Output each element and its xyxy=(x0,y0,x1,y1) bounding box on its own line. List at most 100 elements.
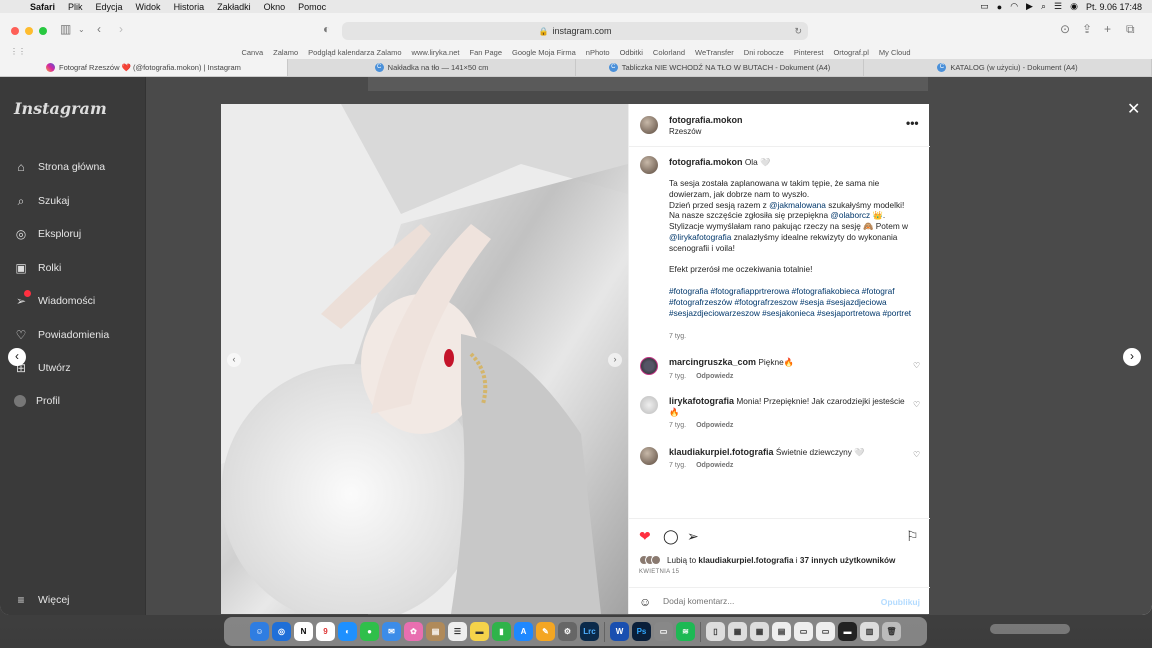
sidebar-item-profile[interactable]: Profil xyxy=(14,395,60,407)
bookmark-icon[interactable]: ⚐ xyxy=(906,528,919,545)
post-photo[interactable]: ‹ › xyxy=(221,104,628,614)
preview-icon[interactable]: ▭ xyxy=(654,622,673,641)
fav-zalamo[interactable]: Zalamo xyxy=(273,48,298,57)
address-bar[interactable]: 🔒 instagram.com ↻ xyxy=(342,22,808,40)
mail-icon[interactable]: ✉ xyxy=(382,622,401,641)
close-window-button[interactable] xyxy=(11,27,19,35)
mention-link[interactable]: @jakmalowana xyxy=(769,200,826,210)
menu-plik[interactable]: Plik xyxy=(68,2,83,12)
comment-input[interactable] xyxy=(663,596,863,606)
fav-liryka[interactable]: www.liryka.net xyxy=(412,48,460,57)
fav-dni-robocze[interactable]: Dni robocze xyxy=(744,48,784,57)
menu-pomoc[interactable]: Pomoc xyxy=(298,2,326,12)
instagram-logo[interactable]: Instagram xyxy=(14,99,107,118)
document-icon[interactable]: ▭ xyxy=(816,622,835,641)
word-icon[interactable]: W xyxy=(610,622,629,641)
likes-user[interactable]: klaudiakurpiel.fotografia xyxy=(698,556,793,565)
document-icon[interactable]: ▦ xyxy=(750,622,769,641)
fav-zalamo-calendar[interactable]: Podgląd kalendarza Zalamo xyxy=(308,48,401,57)
like-comment-icon[interactable]: ♡ xyxy=(913,361,920,370)
clock[interactable]: Pt. 9.06 17:48 xyxy=(1086,2,1142,12)
likes-summary[interactable]: Lubią to klaudiakurpiel.fotografia i 37 … xyxy=(639,555,895,565)
lightroom-icon[interactable]: Lrc xyxy=(580,622,599,641)
pages-icon[interactable]: ✎ xyxy=(536,622,555,641)
downloads-icon[interactable]: ⊙ xyxy=(1060,22,1070,36)
more-options-icon[interactable]: ••• xyxy=(906,116,919,130)
volume-slider[interactable] xyxy=(990,624,1070,634)
previous-post-button[interactable]: ‹ xyxy=(8,348,26,366)
siri-icon[interactable]: ◉ xyxy=(1070,1,1078,12)
post-comment-button[interactable]: Opublikuj xyxy=(881,597,920,607)
sidebar-item-notifications[interactable]: ♡ Powiadomienia xyxy=(14,328,110,342)
emoji-icon[interactable]: ☺ xyxy=(639,595,651,609)
sidebar-item-explore[interactable]: ◎ Eksploruj xyxy=(14,227,81,241)
avatar[interactable] xyxy=(640,357,658,375)
reply-button[interactable]: Odpowiedz xyxy=(696,462,733,469)
notes-icon[interactable]: ▬ xyxy=(470,622,489,641)
creative-cloud-icon[interactable]: ● xyxy=(997,2,1002,12)
safari-icon[interactable]: ◐ xyxy=(338,622,357,641)
comment-author[interactable]: klaudiakurpiel.fotografia xyxy=(669,447,774,457)
comment-author[interactable]: marcingruszka_com xyxy=(669,357,756,367)
fullscreen-window-button[interactable] xyxy=(39,27,47,35)
menu-okno[interactable]: Okno xyxy=(264,2,286,12)
search-icon[interactable]: ⌕ xyxy=(1041,1,1046,12)
play-icon[interactable]: ▶ xyxy=(1026,1,1033,12)
fav-fanpage[interactable]: Fan Page xyxy=(469,48,502,57)
like-comment-icon[interactable]: ♡ xyxy=(913,450,920,459)
sidebar-item-reels[interactable]: ▣ Rolki xyxy=(14,261,61,275)
control-center-icon[interactable]: ☰ xyxy=(1054,1,1062,12)
avatar[interactable] xyxy=(640,156,658,174)
hd-icon[interactable]: ▭ xyxy=(980,1,989,12)
reminders-icon[interactable]: ☰ xyxy=(448,622,467,641)
fav-colorland[interactable]: Colorland xyxy=(653,48,685,57)
tab-instagram[interactable]: Fotograf Rzeszów ❤️ (@fotografia.mokon) … xyxy=(0,59,288,76)
share-icon[interactable]: ➢ xyxy=(687,528,699,545)
sidebar-toggle-icon[interactable]: ▥ xyxy=(60,22,71,36)
menu-edycja[interactable]: Edycja xyxy=(96,2,123,12)
tab-overview-icon[interactable]: ⧉ xyxy=(1126,22,1135,37)
like-comment-icon[interactable]: ♡ xyxy=(913,400,920,409)
notes-app-icon[interactable]: ▤ xyxy=(426,622,445,641)
liked-heart-icon[interactable]: ❤ xyxy=(639,528,651,545)
next-post-button[interactable]: › xyxy=(1123,348,1141,366)
post-author[interactable]: fotografia.mokon xyxy=(669,115,743,125)
forward-icon[interactable]: › xyxy=(119,22,123,36)
app-store-icon[interactable]: A xyxy=(514,622,533,641)
document-icon[interactable]: ▥ xyxy=(860,622,879,641)
apps-grid-icon[interactable]: ⋮⋮ xyxy=(10,47,26,56)
spotify-icon[interactable]: ≋ xyxy=(676,622,695,641)
post-location[interactable]: Rzeszów xyxy=(669,127,701,136)
menu-app-name[interactable]: Safari xyxy=(30,2,55,12)
mention-link[interactable]: @olaborcz xyxy=(830,210,870,220)
fav-google-business[interactable]: Google Moja Firma xyxy=(512,48,576,57)
privacy-shield-icon[interactable]: ◐ xyxy=(323,22,330,36)
new-tab-icon[interactable]: + xyxy=(1104,22,1111,36)
sidebar-item-home[interactable]: ⌂ Strona główna xyxy=(14,160,105,174)
fav-mycloud[interactable]: My Cloud xyxy=(879,48,911,57)
reply-button[interactable]: Odpowiedz xyxy=(696,422,733,429)
messages-icon[interactable]: ● xyxy=(360,622,379,641)
reply-button[interactable]: Odpowiedz xyxy=(696,373,733,380)
menu-widok[interactable]: Widok xyxy=(136,2,161,12)
menu-historia[interactable]: Historia xyxy=(174,2,205,12)
menu-zakladki[interactable]: Zakładki xyxy=(217,2,251,12)
document-icon[interactable]: ▤ xyxy=(772,622,791,641)
wifi-icon[interactable]: ◠ xyxy=(1010,1,1018,12)
back-icon[interactable]: ‹ xyxy=(97,22,101,36)
fav-pinterest[interactable]: Pinterest xyxy=(794,48,824,57)
notion-icon[interactable]: N xyxy=(294,622,313,641)
avatar[interactable] xyxy=(640,396,658,414)
sidebar-item-messages[interactable]: ➢ Wiadomości xyxy=(14,290,95,308)
trash-icon[interactable]: 🗑 xyxy=(882,622,901,641)
avatar[interactable] xyxy=(640,116,658,134)
minimize-window-button[interactable] xyxy=(25,27,33,35)
sidebar-item-more[interactable]: ≡ Więcej xyxy=(14,593,69,607)
close-icon[interactable]: ✕ xyxy=(1127,99,1140,119)
chevron-down-icon[interactable]: ⌄ xyxy=(78,25,85,34)
fav-ortograf[interactable]: Ortograf.pl xyxy=(833,48,868,57)
launchpad-icon[interactable]: ◎ xyxy=(272,622,291,641)
photo-next-button[interactable]: › xyxy=(608,353,622,367)
system-settings-icon[interactable]: ⚙ xyxy=(558,622,577,641)
photo-prev-button[interactable]: ‹ xyxy=(227,353,241,367)
